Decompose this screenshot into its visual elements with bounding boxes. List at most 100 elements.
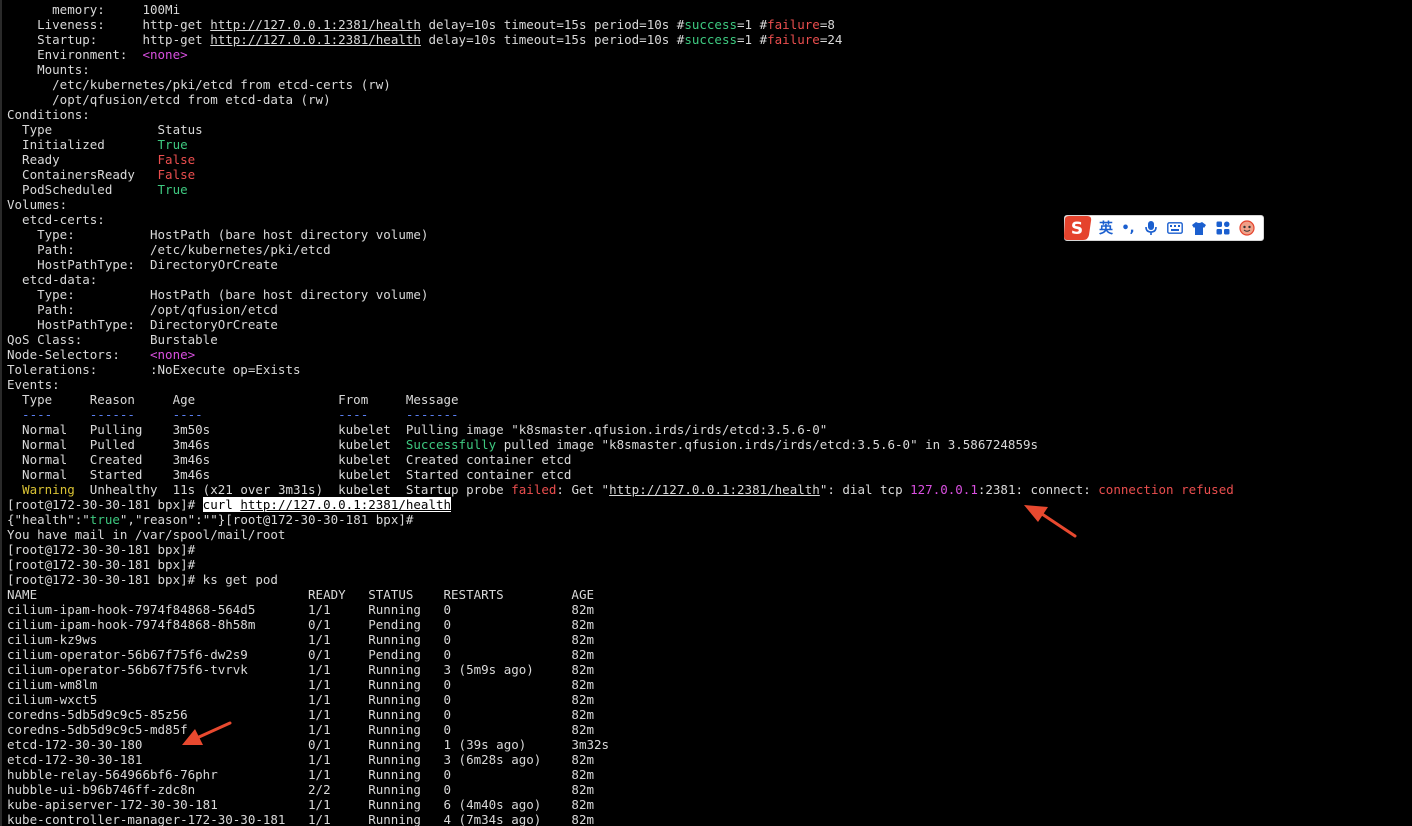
- terminal-text: <none>: [142, 47, 188, 62]
- apps-icon[interactable]: [1213, 216, 1233, 240]
- terminal-line: [root@172-30-30-181 bpx]#: [7, 557, 1412, 572]
- shirt-icon[interactable]: [1189, 216, 1209, 240]
- terminal-line: cilium-kz9ws 1/1 Running 0 82m: [7, 632, 1412, 647]
- terminal-text: [root@172-30-30-181 bpx]#: [7, 497, 203, 512]
- terminal-text: etcd-data:: [7, 272, 98, 287]
- terminal-text: Initialized: [7, 137, 158, 152]
- terminal-line: Tolerations: :NoExecute op=Exists: [7, 362, 1412, 377]
- terminal-text: Startup: http-get: [7, 32, 211, 47]
- microphone-icon[interactable]: [1141, 216, 1161, 240]
- terminal-text: Normal Started 3m46s kubelet Started con…: [7, 467, 572, 482]
- ime-toolbar[interactable]: S 英 •,: [1064, 215, 1264, 241]
- keyboard-icon[interactable]: [1165, 216, 1185, 240]
- terminal-line: [root@172-30-30-181 bpx]#: [7, 542, 1412, 557]
- terminal-text: pulled image "k8smaster.qfusion.irds/ird…: [496, 437, 1039, 452]
- terminal-line: Type Status: [7, 122, 1412, 137]
- terminal-line: Normal Pulled 3m46s kubelet Successfully…: [7, 437, 1412, 452]
- terminal-text: [root@172-30-30-181 bpx]#: [7, 557, 196, 572]
- terminal-text: cilium-operator-56b67f75f6-dw2s9 0/1 Pen…: [7, 647, 594, 662]
- terminal-url[interactable]: http://127.0.0.1:2381/health: [240, 497, 452, 512]
- terminal-line: Mounts:: [7, 62, 1412, 77]
- terminal-text: Normal Pulled 3m46s kubelet: [7, 437, 406, 452]
- terminal-text: Mounts:: [7, 62, 90, 77]
- terminal-text: HostPathType: DirectoryOrCreate: [7, 257, 278, 272]
- terminal-text: ","reason":""}[root@172-30-30-181 bpx]#: [119, 512, 414, 527]
- terminal-text: Node-Selectors:: [7, 347, 150, 362]
- terminal-text: NAME READY STATUS RESTARTS AGE: [7, 587, 594, 602]
- terminal-text: Events:: [7, 377, 60, 392]
- terminal-line: coredns-5db5d9c9c5-md85f 1/1 Running 0 8…: [7, 722, 1412, 737]
- terminal-line: Path: /opt/qfusion/etcd: [7, 302, 1412, 317]
- terminal-text: Unhealthy 11s (x21 over 3m31s) kubelet S…: [74, 482, 512, 497]
- terminal-text: <none>: [150, 347, 196, 362]
- terminal-text: QoS Class: Burstable: [7, 332, 218, 347]
- terminal-text: delay=10s timeout=15s period=10s: [420, 17, 677, 32]
- terminal-text: curl: [202, 497, 241, 512]
- terminal-line: Node-Selectors: <none>: [7, 347, 1412, 362]
- terminal-text: success: [684, 17, 738, 32]
- terminal-line: Events:: [7, 377, 1412, 392]
- terminal-text: Type: HostPath (bare host directory volu…: [7, 287, 429, 302]
- terminal-text: Volumes:: [7, 197, 68, 212]
- terminal-text: True: [157, 137, 188, 152]
- terminal-text: cilium-wm8lm 1/1 Running 0 82m: [7, 677, 594, 692]
- ime-language-toggle[interactable]: 英: [1097, 216, 1115, 240]
- terminal-text: cilium-kz9ws 1/1 Running 0 82m: [7, 632, 594, 647]
- terminal-text: hubble-relay-564966bf6-76phr 1/1 Running…: [7, 767, 594, 782]
- terminal-line: Type Reason Age From Message: [7, 392, 1412, 407]
- terminal-url[interactable]: http://127.0.0.1:2381/health: [609, 482, 820, 497]
- terminal-text: =8: [819, 17, 835, 32]
- terminal-text: :2381: connect:: [977, 482, 1099, 497]
- terminal-text: Type: HostPath (bare host directory volu…: [7, 227, 429, 242]
- terminal-text: failure: [767, 17, 820, 32]
- terminal-line: etcd-172-30-30-180 0/1 Running 1 (39s ag…: [7, 737, 1412, 752]
- terminal-text: failed: [511, 482, 557, 497]
- terminal-text: [root@172-30-30-181 bpx]# ks get pod: [7, 572, 278, 587]
- terminal-text: cilium-wxct5 1/1 Running 0 82m: [7, 692, 594, 707]
- terminal-text: Tolerations: :NoExecute op=Exists: [7, 362, 301, 377]
- terminal-text: Type Reason Age From Message: [7, 392, 459, 407]
- terminal-line: PodScheduled True: [7, 182, 1412, 197]
- terminal-line: cilium-ipam-hook-7974f84868-564d5 1/1 Ru…: [7, 602, 1412, 617]
- terminal-text: Liveness: http-get: [7, 17, 211, 32]
- terminal-window[interactable]: memory: 100Mi Liveness: http-get http://…: [0, 0, 1412, 826]
- terminal-text: cilium-ipam-hook-7974f84868-8h58m 0/1 Pe…: [7, 617, 594, 632]
- terminal-line: [root@172-30-30-181 bpx]# ks get pod: [7, 572, 1412, 587]
- terminal-text: [root@172-30-30-181 bpx]#: [7, 542, 196, 557]
- terminal-text: : Get ": [556, 482, 610, 497]
- terminal-text: connection refused: [1098, 482, 1234, 497]
- terminal-text: ContainersReady: [7, 167, 158, 182]
- terminal-text: failure: [767, 32, 820, 47]
- sogou-logo-icon[interactable]: S: [1063, 215, 1093, 241]
- terminal-text: =24: [819, 32, 843, 47]
- terminal-line: cilium-wm8lm 1/1 Running 0 82m: [7, 677, 1412, 692]
- terminal-line: Initialized True: [7, 137, 1412, 152]
- terminal-line: {"health":"true","reason":""}[root@172-3…: [7, 512, 1412, 527]
- terminal-text: memory: 100Mi: [7, 2, 181, 17]
- terminal-text: /opt/qfusion/etcd from etcd-data (rw): [7, 92, 331, 107]
- terminal-text: Type Status: [7, 122, 203, 137]
- terminal-text: etcd-172-30-30-181 1/1 Running 3 (6m28s …: [7, 752, 594, 767]
- terminal-line: coredns-5db5d9c9c5-85z56 1/1 Running 0 8…: [7, 707, 1412, 722]
- ime-punctuation-toggle[interactable]: •,: [1119, 216, 1137, 240]
- terminal-line: Type: HostPath (bare host directory volu…: [7, 287, 1412, 302]
- terminal-url[interactable]: http://127.0.0.1:2381/health: [210, 17, 421, 32]
- terminal-text: cilium-operator-56b67f75f6-tvrvk 1/1 Run…: [7, 662, 594, 677]
- terminal-output: memory: 100Mi Liveness: http-get http://…: [7, 2, 1412, 826]
- face-icon[interactable]: [1237, 216, 1257, 240]
- terminal-text: HostPathType: DirectoryOrCreate: [7, 317, 278, 332]
- terminal-text: Normal Pulling 3m50s kubelet Pulling ima…: [7, 422, 828, 437]
- terminal-text: etcd-172-30-30-180 0/1 Running 1 (39s ag…: [7, 737, 610, 752]
- terminal-line: cilium-wxct5 1/1 Running 0 82m: [7, 692, 1412, 707]
- terminal-line: [root@172-30-30-181 bpx]# curl http://12…: [7, 497, 1412, 512]
- terminal-text: ---- ------ ---- ---- -------: [7, 407, 459, 422]
- terminal-line: Conditions:: [7, 107, 1412, 122]
- terminal-text: etcd-certs:: [7, 212, 105, 227]
- terminal-line: kube-controller-manager-172-30-30-181 1/…: [7, 812, 1412, 826]
- terminal-url[interactable]: http://127.0.0.1:2381/health: [210, 32, 421, 47]
- terminal-text: kube-controller-manager-172-30-30-181 1/…: [7, 812, 594, 826]
- terminal-text: False: [157, 152, 196, 167]
- terminal-line: /opt/qfusion/etcd from etcd-data (rw): [7, 92, 1412, 107]
- terminal-text: PodScheduled: [7, 182, 158, 197]
